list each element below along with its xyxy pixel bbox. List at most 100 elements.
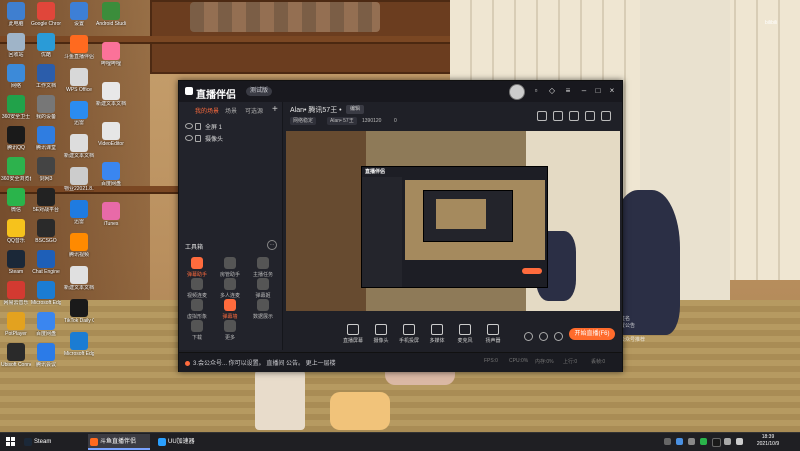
toolbox-item[interactable]: 更多 [214,320,246,341]
desktop-shortcut[interactable]: 我的设备 [31,95,61,120]
desktop-shortcut[interactable]: 网易云音乐 [1,281,31,306]
windows-start-icon[interactable] [6,437,16,447]
scene-row[interactable]: 全屏 1 [185,122,275,132]
toolbox-item[interactable]: 房管助手 [214,257,246,278]
desktop-shortcut[interactable]: Chat Engine [31,250,61,275]
toolbox-item[interactable]: 下载 [181,320,213,341]
taskbar-app-button[interactable]: UU加速器 [156,434,230,450]
settings-gear-icon[interactable] [554,332,563,341]
add-scene-icon[interactable]: + [272,104,278,115]
desktop-shortcut[interactable]: 360安全卫士 [1,95,31,120]
desktop-shortcut[interactable]: 新建文本文档 [96,82,126,107]
toolbox-item[interactable]: 弹幕姬 [247,278,279,299]
notification-icon[interactable] [585,111,595,121]
desktop-shortcut[interactable]: Android Studio [96,2,126,27]
gift-icon[interactable] [537,111,547,121]
visibility-icon[interactable] [185,135,193,141]
desktop-shortcut[interactable]: Google Chrome [31,2,61,27]
desktop-shortcut[interactable]: 此电脑 [1,2,31,27]
lock-room-icon[interactable] [553,111,563,121]
source-control[interactable]: 直播屏幕 [338,324,368,344]
source-control[interactable]: 麦克风 [450,324,480,344]
desktop-shortcut[interactable]: 腾讯视频 [64,233,94,258]
desktop-shortcut[interactable]: 360安全浏览器 [1,157,31,182]
tab-scenes[interactable]: 场景 [225,106,237,115]
visibility-icon[interactable] [185,123,193,129]
desktop-shortcut[interactable]: 腾讯QQ [1,126,31,151]
skin-icon[interactable]: ◇ [547,86,557,96]
desktop-shortcut[interactable]: 工作文档 [31,64,61,89]
desktop-shortcut[interactable]: PotPlayer [1,312,31,337]
source-control[interactable]: 手机投屏 [394,324,424,344]
desktop-shortcut[interactable]: 新建文本文档 [64,134,94,159]
desktop-shortcut[interactable]: QQ音乐 [1,219,31,244]
desktop-shortcut[interactable]: 新建文本文档 [64,266,94,291]
toolbox-item[interactable]: 主播任务 [247,257,279,278]
desktop-shortcut[interactable]: 哔哩哔哩 [96,42,126,67]
start-live-button[interactable]: 开始直播(F6) [569,328,615,340]
desktop-shortcut[interactable]: Microsoft Edge [31,281,61,306]
network-tray-icon[interactable] [724,438,731,445]
toolbox-item[interactable]: 视频连麦 [181,278,213,299]
desktop-shortcut[interactable]: 优酷 [31,33,61,58]
tray-app-icon[interactable] [676,438,683,445]
desktop-shortcut[interactable]: 迅雷 [64,101,94,126]
maximize-icon[interactable]: □ [593,86,603,96]
toolbox-more-icon[interactable]: ··· [267,240,277,250]
desktop-shortcut[interactable]: 网络 [1,64,31,89]
scene-row[interactable]: 摄像头 [185,134,275,144]
settings-icon[interactable]: ≡ [563,86,573,96]
minimize-icon[interactable]: – [579,86,589,96]
desktop-shortcut[interactable]: 设置 [64,2,94,27]
toolbox-item[interactable]: 弹幕墙 [214,299,246,320]
share-icon[interactable] [569,111,579,121]
desktop-shortcut[interactable]: 回收站 [1,33,31,58]
message-icon[interactable]: ▫ [531,86,541,96]
desktop-shortcut[interactable]: 腾讯课堂 [31,126,61,151]
desktop-shortcut[interactable]: Steam [1,250,31,275]
desktop-shortcut[interactable]: BSCSGO [31,219,61,244]
record-icon[interactable] [524,332,533,341]
volume-tray-icon[interactable] [736,438,743,445]
lock-icon[interactable] [195,123,201,130]
desktop-shortcut[interactable]: 物业22021.8.21 [64,167,94,192]
desktop-shortcut[interactable]: 百度网盘 [96,162,126,187]
tray-expand-icon[interactable] [664,438,671,445]
live-streaming-app-window[interactable]: 直播伴侣 测试版 ▫ ◇ ≡ – □ × 我的场景 场景 可选源 + 全屏 1 … [178,80,623,372]
system-clock[interactable]: 18:39 2021/10/9 [748,434,788,448]
tab-my-scenes[interactable]: 我的场景 [195,106,219,115]
tray-app-icon[interactable] [688,438,695,445]
user-avatar[interactable] [509,84,525,100]
toolbox-item[interactable]: 多人连麦 [214,278,246,299]
live-preview-canvas[interactable]: 直播伴侣 [286,131,620,311]
version-badge[interactable]: 测试版 [246,87,273,96]
app-titlebar[interactable]: 直播伴侣 测试版 ▫ ◇ ≡ – □ × [179,81,622,102]
desktop-shortcut[interactable]: 迅雷 [64,200,94,225]
screenshot-icon[interactable] [539,332,548,341]
desktop-shortcut[interactable]: 腾讯会议 [31,343,61,368]
close-icon[interactable]: × [607,86,617,96]
source-control[interactable]: 摄像头 [366,324,396,344]
taskbar-app-button[interactable]: Steam [22,434,94,450]
desktop-shortcut[interactable]: VideoEditor [96,122,126,147]
desktop-shortcut[interactable]: Ubisoft Connect [1,343,31,368]
desktop-shortcut[interactable]: 斗鱼直播伴侣 [64,35,94,60]
desktop-shortcut[interactable]: iTunes [96,202,126,227]
source-control[interactable]: 多媒体 [422,324,452,344]
tab-sources[interactable]: 可选源 [245,106,263,115]
announcement[interactable]: 3.会公众号... 你可以设置。 直播间 公告。 更上一层楼 [185,358,336,367]
desktop-shortcut[interactable]: 5E对战平台 [31,188,61,213]
toolbox-item[interactable]: 数据展示 [247,299,279,320]
taskbar-app-button[interactable]: 斗鱼直播伴侣 [88,434,150,450]
wechat-tray-icon[interactable] [700,438,707,445]
desktop-shortcut[interactable]: 百度网盘 [31,312,61,337]
qq-tray-icon[interactable] [712,438,721,447]
desktop-shortcut[interactable]: TikTok Daily Game [64,299,94,324]
layout-icon[interactable] [601,111,611,121]
toolbox-item[interactable]: 弹幕助手 [181,257,213,278]
desktop-shortcut[interactable]: Microsoft Edge [64,332,94,357]
lock-icon[interactable] [195,135,201,142]
toolbox-item[interactable]: 虚拟形象 [181,299,213,320]
desktop-shortcut[interactable]: 微信 [1,188,31,213]
edit-title-button[interactable]: 编辑 [346,105,365,114]
